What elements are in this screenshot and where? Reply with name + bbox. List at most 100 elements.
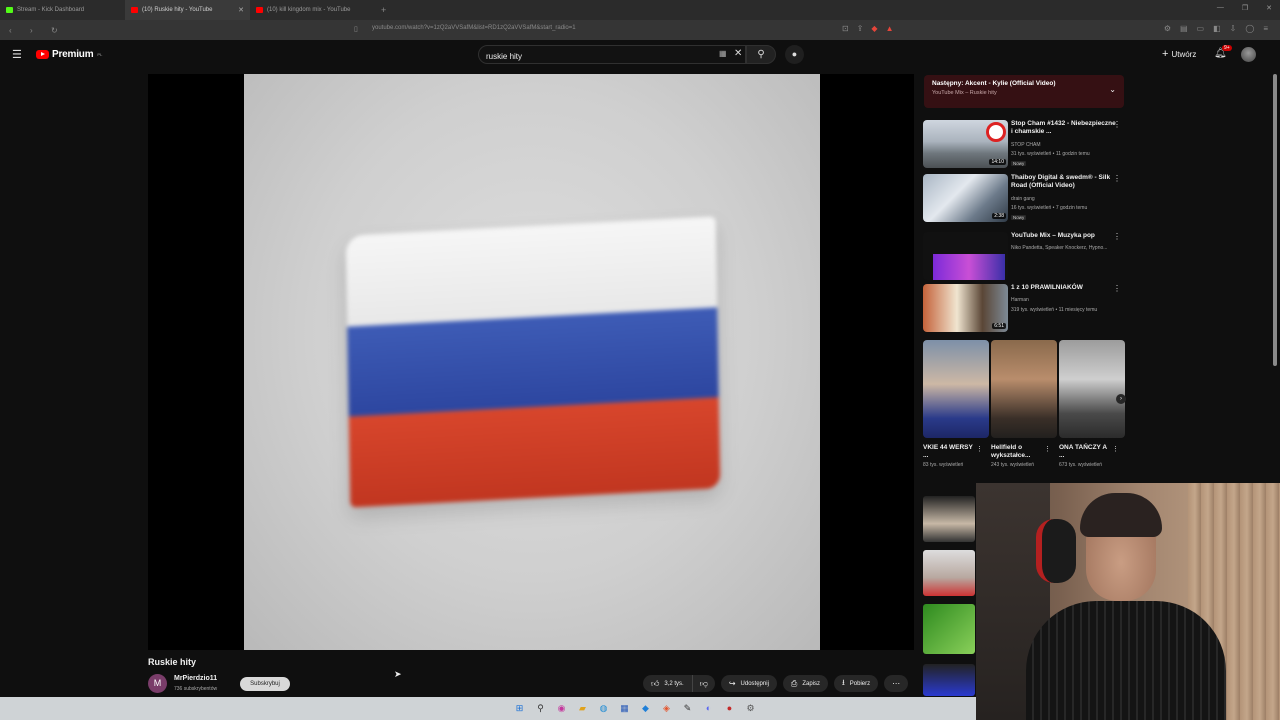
clear-search-icon[interactable]: ✕: [734, 48, 742, 59]
like-button[interactable]: 👍︎ 3,2 tys.: [643, 675, 693, 692]
install-app-icon[interactable]: ⊡: [842, 24, 849, 33]
copilot-icon[interactable]: ◉: [554, 701, 569, 716]
vscode-icon[interactable]: ◆: [638, 701, 653, 716]
search-input[interactable]: [479, 48, 699, 65]
close-window-icon[interactable]: ✕: [1266, 4, 1272, 12]
recommended-video[interactable]: 14:10 Stop Cham #1432 - Niebezpieczne i …: [923, 120, 1127, 170]
keyboard-icon[interactable]: ▦: [719, 49, 727, 58]
microphone-icon: ●: [791, 49, 798, 59]
video-title: Ruskie hity: [148, 657, 197, 667]
file-explorer-icon[interactable]: ▰: [575, 701, 590, 716]
minimize-icon[interactable]: —: [1217, 4, 1224, 12]
mix-title: YouTube Mix – Muzyka pop: [1011, 232, 1095, 239]
short-item[interactable]: Hellfield o wykształce... 243 tys. wyświ…: [991, 340, 1057, 469]
app-icon[interactable]: ✎: [680, 701, 695, 716]
settings-icon[interactable]: ⚙: [743, 701, 758, 716]
tab-label: (10) kill kingdom mix - YouTube: [267, 7, 351, 13]
search-button[interactable]: ⚲: [746, 45, 776, 64]
short-item[interactable]: VKIE 44 WERSY ... 83 tys. wyświetleń ⋮: [923, 340, 989, 469]
voice-search-button[interactable]: ●: [785, 45, 804, 64]
browser-tab-youtube-2[interactable]: (10) kill kingdom mix - YouTube: [250, 0, 375, 20]
shorts-next-arrow-icon[interactable]: ›: [1116, 394, 1126, 404]
save-button[interactable]: ⎙ Zapisz: [782, 675, 828, 692]
more-vertical-icon[interactable]: ⋮: [1044, 445, 1051, 453]
video-thumbnail[interactable]: [923, 604, 975, 654]
subscribe-button[interactable]: Subskrybuj: [240, 677, 290, 691]
discord-icon[interactable]: ◐: [701, 701, 716, 716]
stop-sign-icon: [986, 122, 1006, 142]
profile-icon[interactable]: ◯: [1245, 24, 1254, 33]
browser-tab-kick[interactable]: Stream - Kick Dashboard: [0, 0, 125, 20]
mix-thumbnail[interactable]: [923, 232, 1008, 280]
notifications-button[interactable]: 🔔︎ 9+: [1214, 45, 1232, 59]
create-button[interactable]: + Utwórz: [1162, 48, 1196, 60]
hamburger-menu-icon[interactable]: ☰: [12, 48, 22, 61]
download-label: Pobierz: [849, 680, 871, 687]
new-tab-button[interactable]: +: [381, 5, 386, 15]
forward-icon[interactable]: ›: [30, 26, 42, 35]
short-thumbnail[interactable]: [923, 340, 989, 438]
more-vertical-icon[interactable]: ⋮: [1113, 174, 1121, 183]
extensions-icon[interactable]: ⚙: [1164, 24, 1171, 33]
windows-start-icon[interactable]: ⊞: [512, 701, 527, 716]
recommended-video[interactable]: 2:38 Thaiboy Digital & swedm® - Silk Roa…: [923, 174, 1127, 224]
video-thumbnail[interactable]: 6:51: [923, 284, 1008, 332]
chevron-down-icon[interactable]: ⌄: [1109, 85, 1116, 94]
more-vertical-icon[interactable]: ⋮: [1113, 232, 1121, 241]
calendar-icon[interactable]: ▦: [617, 701, 632, 716]
bookmark-icon[interactable]: ▯: [354, 25, 358, 33]
search-box: ▦ ✕: [478, 45, 746, 65]
url-field[interactable]: youtube.com/watch?v=1zQ2aVVSafM&list=RD1…: [372, 25, 576, 31]
share-icon: ↪: [728, 679, 736, 688]
back-icon[interactable]: ‹: [9, 26, 21, 35]
vpn-icon[interactable]: ◧: [1213, 24, 1221, 33]
video-thumbnail[interactable]: [923, 496, 975, 542]
video-frame: [244, 74, 820, 650]
recommended-video[interactable]: 6:51 1 z 10 PRAWILNIAKÓW Harman 319 tys.…: [923, 284, 1127, 334]
more-vertical-icon[interactable]: ⋮: [1113, 120, 1121, 129]
scrollbar-thumb[interactable]: [1273, 74, 1277, 366]
more-vertical-icon[interactable]: ⋮: [976, 445, 983, 453]
video-player[interactable]: [148, 74, 914, 650]
obs-icon[interactable]: ●: [722, 701, 737, 716]
video-thumbnail[interactable]: [923, 664, 975, 696]
channel-avatar[interactable]: M: [148, 674, 167, 693]
menu-icon[interactable]: ≡: [1263, 24, 1268, 33]
share-button[interactable]: ↪ Udostępnij: [720, 675, 777, 692]
shorts-shelf: VKIE 44 WERSY ... 83 tys. wyświetleń ⋮ H…: [923, 340, 1127, 488]
more-vertical-icon[interactable]: ⋮: [1113, 284, 1121, 293]
edge-icon[interactable]: ◍: [596, 701, 611, 716]
recommended-mix[interactable]: YouTube Mix – Muzyka pop Niko Pandetta, …: [923, 232, 1127, 282]
dislike-button[interactable]: 👎︎: [692, 675, 715, 692]
video-title: 1 z 10 PRAWILNIAKÓW: [1011, 284, 1083, 291]
youtube-play-logo-icon: [36, 50, 49, 59]
channel-name[interactable]: MrPierdzio11: [174, 675, 217, 682]
maximize-icon[interactable]: ❐: [1242, 4, 1248, 12]
share-page-icon[interactable]: ⇪: [857, 24, 864, 33]
video-title: Stop Cham #1432 - Niebezpieczne i chamsk…: [1011, 120, 1116, 135]
downloads-icon[interactable]: ⇩: [1230, 24, 1237, 33]
sidebar-icon[interactable]: ▤: [1180, 24, 1188, 33]
search-icon[interactable]: ⚲: [533, 701, 548, 716]
account-avatar[interactable]: [1241, 47, 1256, 62]
youtube-premium-logo[interactable]: Premium PL: [36, 49, 102, 60]
page-scrollbar[interactable]: [1271, 70, 1279, 480]
video-thumbnail[interactable]: 14:10: [923, 120, 1008, 168]
short-thumbnail[interactable]: [1059, 340, 1125, 438]
video-thumbnail[interactable]: 2:38: [923, 174, 1008, 222]
brave-shield-icon[interactable]: ◆: [871, 24, 877, 33]
up-next-panel[interactable]: Następny: Akcent - Kylie (Official Video…: [924, 75, 1124, 108]
browser-tab-youtube-active[interactable]: (10) Ruskie hity - YouTube ✕: [125, 0, 250, 20]
download-button[interactable]: ⭳ Pobierz: [833, 675, 879, 692]
video-channel: Harman: [1011, 297, 1029, 303]
brave-icon[interactable]: ◈: [659, 701, 674, 716]
brave-rewards-icon[interactable]: ▲: [886, 24, 894, 33]
short-item[interactable]: ONA TAŃCZY A ... 673 tys. wyświetleń ⋮: [1059, 340, 1125, 469]
close-tab-icon[interactable]: ✕: [238, 6, 244, 14]
wallet-icon[interactable]: ▭: [1197, 24, 1205, 33]
more-vertical-icon[interactable]: ⋮: [1112, 445, 1119, 453]
short-thumbnail[interactable]: [991, 340, 1057, 438]
video-thumbnail[interactable]: [923, 550, 975, 596]
more-actions-button[interactable]: ⋯: [884, 675, 909, 692]
reload-icon[interactable]: ↻: [51, 26, 63, 35]
